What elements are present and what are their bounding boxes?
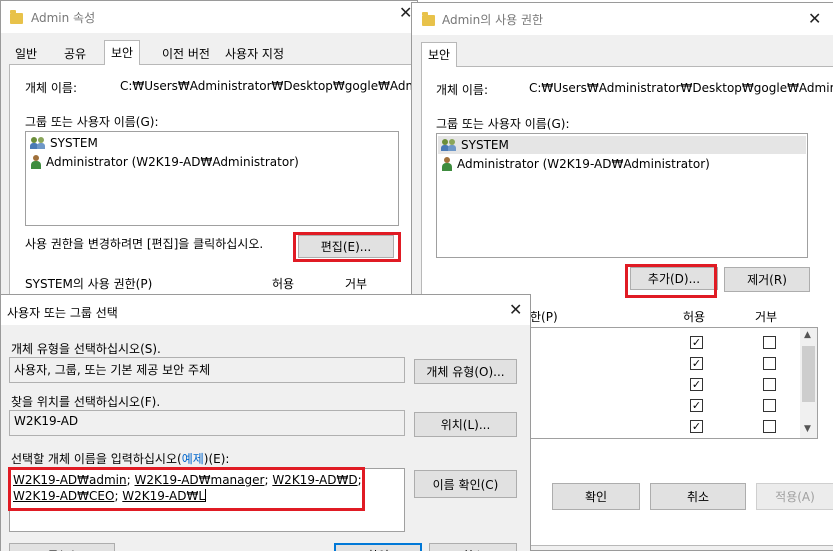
- location-field: W2K19-AD: [9, 410, 405, 436]
- edit-hint-text: 사용 권한을 변경하려면 [편집]을 클릭하십시오.: [25, 237, 264, 251]
- cancel-button[interactable]: 취소: [650, 483, 746, 510]
- tab-customize[interactable]: 사용자 지정: [219, 42, 290, 64]
- apply-button: 적용(A): [756, 483, 833, 510]
- list-item-system[interactable]: SYSTEM: [438, 136, 806, 154]
- deny-checkbox[interactable]: [763, 336, 776, 349]
- deny-checkbox[interactable]: [763, 357, 776, 370]
- list-item-administrator[interactable]: Administrator (W2K19-AD₩Administrator): [30, 153, 299, 171]
- edit-highlight-box: [293, 232, 401, 262]
- user-icon: [441, 157, 453, 171]
- locations-button[interactable]: 위치(L)...: [414, 412, 517, 437]
- allow-checkbox[interactable]: ✓: [690, 399, 703, 412]
- allow-checkbox[interactable]: ✓: [690, 357, 703, 370]
- allow-checkbox[interactable]: ✓: [690, 420, 703, 433]
- tab-security[interactable]: 보안: [421, 42, 458, 67]
- dialog-cancel-button[interactable]: 취소: [429, 543, 517, 551]
- scroll-up-icon[interactable]: ▲: [804, 330, 811, 340]
- users-icon: [30, 136, 46, 150]
- location-label: 찾을 위치를 선택하십시오(F).: [11, 395, 161, 409]
- list-item-label: SYSTEM: [50, 136, 98, 150]
- list-item-label: Administrator (W2K19-AD₩Administrator): [46, 155, 299, 169]
- ok-button[interactable]: 확인: [552, 483, 640, 510]
- tab-security[interactable]: 보안: [104, 40, 141, 65]
- permissions-label: 한(P): [530, 310, 558, 324]
- tab-general[interactable]: 일반: [9, 42, 43, 64]
- list-item-label: Administrator (W2K19-AD₩Administrator): [457, 157, 710, 171]
- folder-icon: [10, 10, 23, 24]
- users-icon: [441, 138, 457, 152]
- select-users-dialog: 사용자 또는 그룹 선택 ✕ 개체 유형을 선택하십시오(S). 사용자, 그룹…: [0, 294, 531, 551]
- list-item-administrator[interactable]: Administrator (W2K19-AD₩Administrator): [441, 155, 710, 173]
- close-icon[interactable]: ✕: [808, 11, 821, 27]
- allow-column-header: 허용: [683, 310, 706, 324]
- object-name-label: 개체 이름:: [436, 83, 489, 97]
- allow-column-header: 허용: [272, 277, 295, 291]
- object-name-value: C:₩Users₩Administrator₩Desktop₩gogle₩Adm…: [120, 79, 418, 93]
- check-names-button[interactable]: 이름 확인(C): [414, 470, 517, 498]
- list-item-system[interactable]: SYSTEM: [30, 134, 98, 152]
- object-type-label: 개체 유형을 선택하십시오(S).: [11, 342, 161, 356]
- permissions-label: SYSTEM의 사용 권한(P): [25, 277, 153, 291]
- object-name-label: 개체 이름:: [25, 81, 78, 95]
- object-types-button[interactable]: 개체 유형(O)...: [414, 359, 517, 384]
- deny-checkbox[interactable]: [763, 420, 776, 433]
- vertical-scrollbar[interactable]: ▲ ▼: [800, 328, 817, 438]
- close-icon[interactable]: ✕: [509, 302, 522, 318]
- permissions-title: Admin의 사용 권한: [442, 13, 544, 27]
- principals-list[interactable]: SYSTEM Administrator (W2K19-AD₩Administr…: [436, 133, 808, 258]
- examples-link[interactable]: 예제: [182, 452, 204, 466]
- scroll-down-icon[interactable]: ▼: [804, 424, 811, 434]
- user-icon: [30, 155, 42, 169]
- object-type-field: 사용자, 그룹, 또는 기본 제공 보안 주체: [9, 357, 405, 383]
- deny-checkbox[interactable]: [763, 399, 776, 412]
- object-name-value: C:₩Users₩Administrator₩Desktop₩gogle₩Adm…: [529, 81, 833, 95]
- select-dialog-titlebar: 사용자 또는 그룹 선택 ✕: [1, 295, 530, 325]
- scroll-thumb[interactable]: [802, 346, 815, 402]
- deny-column-header: 거부: [345, 277, 368, 291]
- group-user-label: 그룹 또는 사용자 이름(G):: [436, 117, 570, 131]
- object-names-label: 선택할 개체 이름을 입력하십시오(예제)(E):: [11, 450, 229, 467]
- permissions-list[interactable]: ✓ ✓ ✓ ✓ ✓ ▲ ▼: [530, 327, 818, 439]
- folder-icon: [422, 12, 435, 26]
- select-dialog-title: 사용자 또는 그룹 선택: [7, 306, 118, 320]
- names-label-suffix: )(E):: [203, 452, 230, 466]
- properties-titlebar: Admin 속성: [1, 1, 417, 33]
- permissions-titlebar: Admin의 사용 권한 ✕: [412, 3, 833, 35]
- list-item-label: SYSTEM: [461, 138, 509, 152]
- tab-sharing[interactable]: 공유: [58, 42, 92, 64]
- dialog-ok-button[interactable]: 확인: [334, 543, 422, 551]
- remove-button[interactable]: 제거(R): [724, 267, 810, 292]
- properties-title: Admin 속성: [31, 11, 96, 25]
- deny-column-header: 거부: [755, 310, 778, 324]
- deny-checkbox[interactable]: [763, 378, 776, 391]
- names-highlight-box: [8, 467, 365, 511]
- names-label-text: 선택할 개체 이름을 입력하십시오(: [11, 452, 182, 466]
- allow-checkbox[interactable]: ✓: [690, 378, 703, 391]
- tab-previous-versions[interactable]: 이전 버전: [156, 42, 216, 64]
- principals-list[interactable]: SYSTEM Administrator (W2K19-AD₩Administr…: [25, 131, 399, 226]
- group-user-label: 그룹 또는 사용자 이름(G):: [25, 115, 159, 129]
- add-highlight-box: [625, 264, 717, 298]
- allow-checkbox[interactable]: ✓: [690, 336, 703, 349]
- advanced-button[interactable]: 고급(A)...: [9, 543, 115, 551]
